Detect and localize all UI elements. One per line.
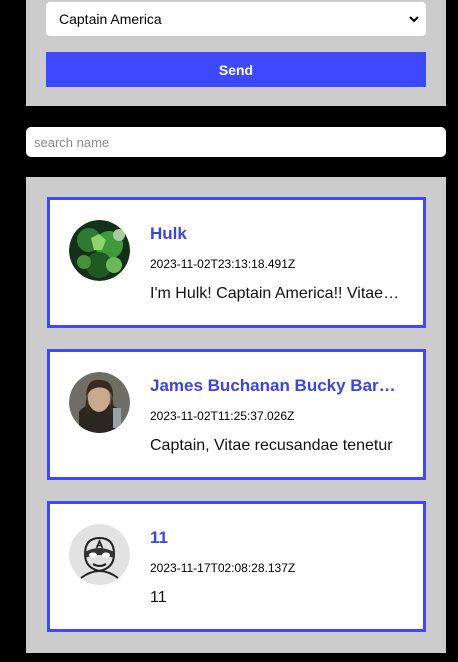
send-button[interactable]: Send	[46, 52, 426, 87]
post-card[interactable]: Hulk 2023-11-02T23:13:18.491Z I'm Hulk! …	[47, 197, 426, 328]
post-message: Captain, Vitae recusandae tenetur	[150, 437, 393, 454]
post-timestamp: 2023-11-02T23:13:18.491Z	[150, 257, 296, 271]
character-select[interactable]: Captain America	[46, 2, 426, 36]
chevron-down-icon	[409, 16, 419, 23]
post-card[interactable]: James Buchanan Bucky Barnes 2023-11-02T1…	[47, 349, 426, 480]
post-message: I'm Hulk! Captain America!! Vitae recusa…	[150, 285, 400, 302]
post-author-name[interactable]: 11	[150, 528, 400, 548]
character-select-value: Captain America	[59, 11, 162, 27]
post-message: 11	[150, 589, 167, 606]
default-hero-avatar	[69, 524, 130, 585]
post-timestamp: 2023-11-02T11:25:37.026Z	[150, 409, 295, 423]
bucky-avatar	[69, 372, 130, 433]
post-timestamp: 2023-11-17T02:08:28.137Z	[150, 561, 296, 575]
post-card[interactable]: 11 2023-11-17T02:08:28.137Z 11	[47, 501, 426, 632]
search-input[interactable]	[26, 127, 446, 157]
post-author-name[interactable]: Hulk	[150, 224, 400, 244]
hulk-avatar	[69, 220, 130, 281]
post-list: Hulk 2023-11-02T23:13:18.491Z I'm Hulk! …	[26, 177, 446, 653]
compose-panel: Captain America Send	[26, 0, 446, 106]
post-author-name[interactable]: James Buchanan Bucky Barnes	[150, 376, 400, 396]
